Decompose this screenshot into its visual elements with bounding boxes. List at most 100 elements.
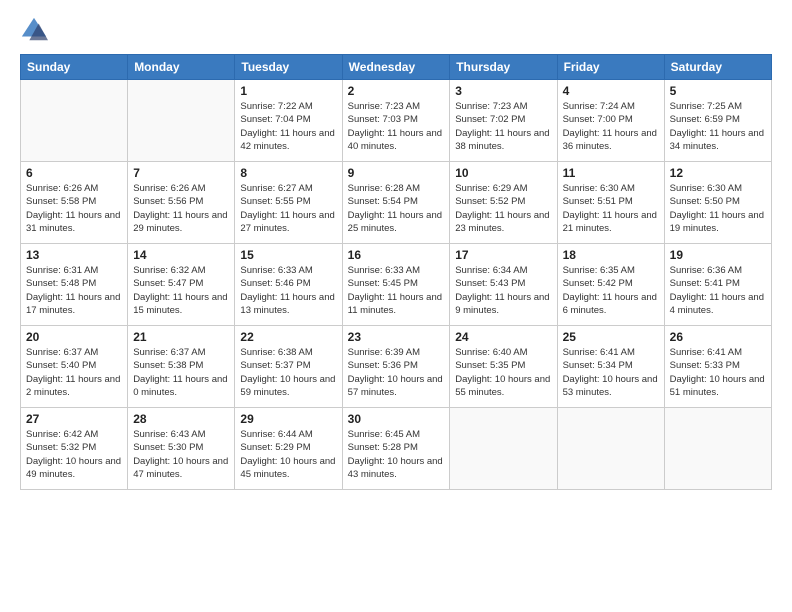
day-cell: 19 Sunrise: 6:36 AM Sunset: 5:41 PM Dayli…: [664, 244, 771, 326]
day-info: Sunrise: 6:45 AM Sunset: 5:28 PM Dayligh…: [348, 428, 445, 481]
day-number: 5: [670, 84, 766, 98]
day-number: 22: [240, 330, 336, 344]
day-info: Sunrise: 6:39 AM Sunset: 5:36 PM Dayligh…: [348, 346, 445, 399]
day-number: 9: [348, 166, 445, 180]
day-cell: 8 Sunrise: 6:27 AM Sunset: 5:55 PM Daylig…: [235, 162, 342, 244]
day-cell: [21, 80, 128, 162]
day-cell: 21 Sunrise: 6:37 AM Sunset: 5:38 PM Dayli…: [128, 326, 235, 408]
day-number: 3: [455, 84, 551, 98]
day-cell: 5Sunrise: 7:25 AM Sunset: 6:59 PM Daylig…: [664, 80, 771, 162]
day-cell: 16Sunrise: 6:33 AM Sunset: 5:45 PM Dayli…: [342, 244, 450, 326]
header: [20, 16, 772, 44]
day-info: Sunrise: 6:26 AM Sunset: 5:56 PM Dayligh…: [133, 182, 229, 235]
day-info: Sunrise: 6:41 AM Sunset: 5:34 PM Dayligh…: [563, 346, 659, 399]
col-header-wednesday: Wednesday: [342, 55, 450, 80]
day-cell: 25 Sunrise: 6:41 AM Sunset: 5:34 PM Dayli…: [557, 326, 664, 408]
day-info: Sunrise: 7:22 AM Sunset: 7:04 PM Dayligh…: [240, 100, 336, 153]
week-row-2: 6 Sunrise: 6:26 AM Sunset: 5:58 PM Daylig…: [21, 162, 772, 244]
logo: [20, 16, 52, 44]
col-header-friday: Friday: [557, 55, 664, 80]
day-number: 14: [133, 248, 229, 262]
day-number: 11: [563, 166, 659, 180]
day-cell: 2 Sunrise: 7:23 AM Sunset: 7:03 PM Daylig…: [342, 80, 450, 162]
col-header-sunday: Sunday: [21, 55, 128, 80]
day-info: Sunrise: 6:30 AM Sunset: 5:50 PM Dayligh…: [670, 182, 766, 235]
week-row-4: 20 Sunrise: 6:37 AM Sunset: 5:40 PM Dayli…: [21, 326, 772, 408]
col-header-thursday: Thursday: [450, 55, 557, 80]
col-header-monday: Monday: [128, 55, 235, 80]
page: SundayMondayTuesdayWednesdayThursdayFrid…: [0, 0, 792, 612]
day-number: 18: [563, 248, 659, 262]
logo-icon: [20, 16, 48, 44]
day-cell: 23 Sunrise: 6:39 AM Sunset: 5:36 PM Dayli…: [342, 326, 450, 408]
day-info: Sunrise: 6:29 AM Sunset: 5:52 PM Dayligh…: [455, 182, 551, 235]
day-number: 2: [348, 84, 445, 98]
day-cell: 3 Sunrise: 7:23 AM Sunset: 7:02 PM Daylig…: [450, 80, 557, 162]
week-row-1: 1 Sunrise: 7:22 AM Sunset: 7:04 PM Daylig…: [21, 80, 772, 162]
day-number: 10: [455, 166, 551, 180]
day-cell: 1 Sunrise: 7:22 AM Sunset: 7:04 PM Daylig…: [235, 80, 342, 162]
day-info: Sunrise: 6:34 AM Sunset: 5:43 PM Dayligh…: [455, 264, 551, 317]
col-header-saturday: Saturday: [664, 55, 771, 80]
day-cell: 18 Sunrise: 6:35 AM Sunset: 5:42 PM Dayli…: [557, 244, 664, 326]
day-info: Sunrise: 6:42 AM Sunset: 5:32 PM Dayligh…: [26, 428, 122, 481]
day-cell: 9 Sunrise: 6:28 AM Sunset: 5:54 PM Daylig…: [342, 162, 450, 244]
day-info: Sunrise: 6:37 AM Sunset: 5:40 PM Dayligh…: [26, 346, 122, 399]
day-info: Sunrise: 6:43 AM Sunset: 5:30 PM Dayligh…: [133, 428, 229, 481]
day-number: 15: [240, 248, 336, 262]
day-cell: 11Sunrise: 6:30 AM Sunset: 5:51 PM Dayli…: [557, 162, 664, 244]
day-cell: 22 Sunrise: 6:38 AM Sunset: 5:37 PM Dayli…: [235, 326, 342, 408]
day-info: Sunrise: 6:38 AM Sunset: 5:37 PM Dayligh…: [240, 346, 336, 399]
day-cell: 28 Sunrise: 6:43 AM Sunset: 5:30 PM Dayli…: [128, 408, 235, 490]
day-cell: [664, 408, 771, 490]
day-cell: 4Sunrise: 7:24 AM Sunset: 7:00 PM Daylig…: [557, 80, 664, 162]
week-row-3: 13 Sunrise: 6:31 AM Sunset: 5:48 PM Dayli…: [21, 244, 772, 326]
day-info: Sunrise: 6:44 AM Sunset: 5:29 PM Dayligh…: [240, 428, 336, 481]
day-cell: 14 Sunrise: 6:32 AM Sunset: 5:47 PM Dayli…: [128, 244, 235, 326]
day-number: 13: [26, 248, 122, 262]
day-number: 24: [455, 330, 551, 344]
day-info: Sunrise: 6:37 AM Sunset: 5:38 PM Dayligh…: [133, 346, 229, 399]
day-info: Sunrise: 6:35 AM Sunset: 5:42 PM Dayligh…: [563, 264, 659, 317]
day-number: 23: [348, 330, 445, 344]
day-number: 12: [670, 166, 766, 180]
day-cell: [128, 80, 235, 162]
day-number: 19: [670, 248, 766, 262]
day-cell: 13 Sunrise: 6:31 AM Sunset: 5:48 PM Dayli…: [21, 244, 128, 326]
day-cell: 26Sunrise: 6:41 AM Sunset: 5:33 PM Dayli…: [664, 326, 771, 408]
day-cell: 10 Sunrise: 6:29 AM Sunset: 5:52 PM Dayli…: [450, 162, 557, 244]
day-cell: 15 Sunrise: 6:33 AM Sunset: 5:46 PM Dayli…: [235, 244, 342, 326]
day-number: 8: [240, 166, 336, 180]
day-info: Sunrise: 6:27 AM Sunset: 5:55 PM Dayligh…: [240, 182, 336, 235]
day-number: 17: [455, 248, 551, 262]
day-cell: 29 Sunrise: 6:44 AM Sunset: 5:29 PM Dayli…: [235, 408, 342, 490]
day-number: 21: [133, 330, 229, 344]
day-info: Sunrise: 6:26 AM Sunset: 5:58 PM Dayligh…: [26, 182, 122, 235]
day-info: Sunrise: 6:31 AM Sunset: 5:48 PM Dayligh…: [26, 264, 122, 317]
col-header-tuesday: Tuesday: [235, 55, 342, 80]
day-number: 25: [563, 330, 659, 344]
day-info: Sunrise: 6:28 AM Sunset: 5:54 PM Dayligh…: [348, 182, 445, 235]
day-number: 20: [26, 330, 122, 344]
day-cell: 6 Sunrise: 6:26 AM Sunset: 5:58 PM Daylig…: [21, 162, 128, 244]
day-cell: 7Sunrise: 6:26 AM Sunset: 5:56 PM Daylig…: [128, 162, 235, 244]
day-info: Sunrise: 6:36 AM Sunset: 5:41 PM Dayligh…: [670, 264, 766, 317]
day-number: 4: [563, 84, 659, 98]
day-number: 6: [26, 166, 122, 180]
day-number: 27: [26, 412, 122, 426]
week-row-5: 27 Sunrise: 6:42 AM Sunset: 5:32 PM Dayli…: [21, 408, 772, 490]
day-info: Sunrise: 6:32 AM Sunset: 5:47 PM Dayligh…: [133, 264, 229, 317]
calendar: SundayMondayTuesdayWednesdayThursdayFrid…: [20, 54, 772, 490]
day-info: Sunrise: 7:23 AM Sunset: 7:03 PM Dayligh…: [348, 100, 445, 153]
day-info: Sunrise: 7:23 AM Sunset: 7:02 PM Dayligh…: [455, 100, 551, 153]
day-number: 1: [240, 84, 336, 98]
day-info: Sunrise: 6:33 AM Sunset: 5:46 PM Dayligh…: [240, 264, 336, 317]
day-info: Sunrise: 6:33 AM Sunset: 5:45 PM Dayligh…: [348, 264, 445, 317]
day-number: 29: [240, 412, 336, 426]
day-cell: 20 Sunrise: 6:37 AM Sunset: 5:40 PM Dayli…: [21, 326, 128, 408]
day-cell: [557, 408, 664, 490]
day-cell: 12 Sunrise: 6:30 AM Sunset: 5:50 PM Dayli…: [664, 162, 771, 244]
day-cell: 17 Sunrise: 6:34 AM Sunset: 5:43 PM Dayli…: [450, 244, 557, 326]
day-cell: [450, 408, 557, 490]
day-number: 28: [133, 412, 229, 426]
